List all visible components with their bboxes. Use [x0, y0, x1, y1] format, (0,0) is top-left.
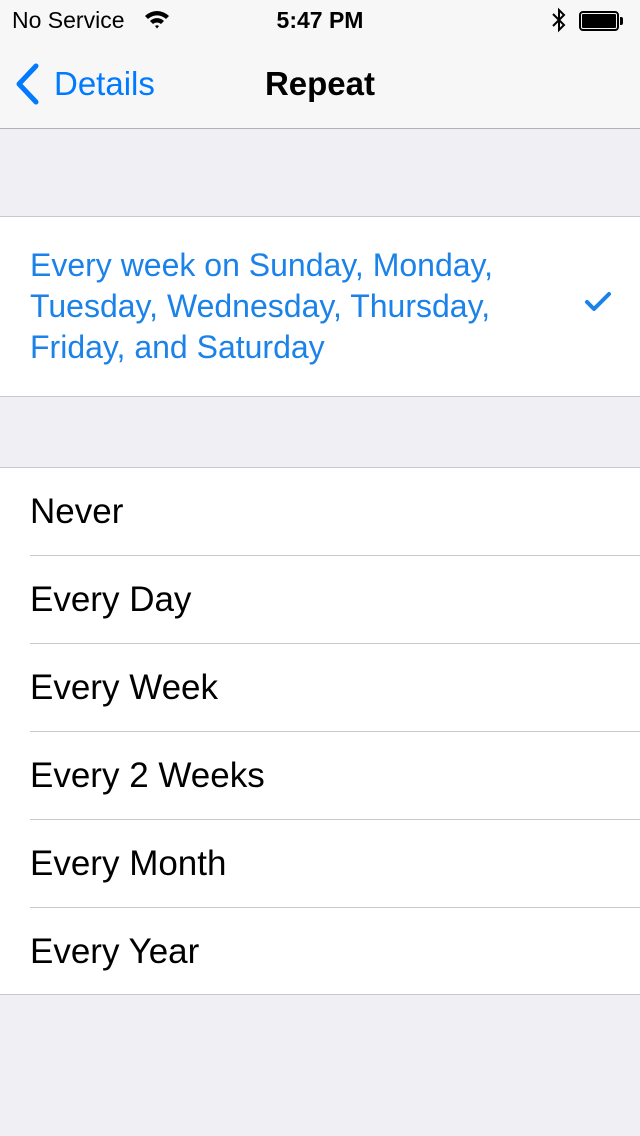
custom-repeat-section: Every week on Sunday, Monday, Tuesday, W…: [0, 216, 640, 397]
option-never[interactable]: Never: [30, 468, 640, 556]
repeat-screen: No Service 5:47 PM Repeat Details Every …: [0, 0, 640, 1136]
option-every-2-weeks[interactable]: Every 2 Weeks: [30, 732, 640, 820]
option-every-month[interactable]: Every Month: [30, 820, 640, 908]
top-bar: No Service 5:47 PM Repeat Details: [0, 0, 640, 129]
back-button[interactable]: Details: [14, 62, 155, 106]
repeat-options-list: Never Every Day Every Week Every 2 Weeks…: [0, 467, 640, 995]
checkmark-icon: [585, 292, 611, 311]
back-button-label: Details: [54, 65, 155, 102]
battery-icon: [579, 11, 623, 31]
option-every-week[interactable]: Every Week: [30, 644, 640, 732]
bluetooth-icon: [552, 7, 566, 33]
navigation-bar: Repeat Details: [0, 40, 640, 128]
status-time: 5:47 PM: [276, 7, 364, 33]
option-every-year[interactable]: Every Year: [30, 908, 640, 996]
option-every-day[interactable]: Every Day: [30, 556, 640, 644]
status-bar: No Service 5:47 PM: [0, 0, 640, 40]
chevron-left-icon: [16, 63, 39, 105]
custom-repeat-row[interactable]: Every week on Sunday, Monday, Tuesday, W…: [0, 217, 640, 396]
custom-repeat-label: Every week on Sunday, Monday, Tuesday, W…: [30, 247, 494, 365]
